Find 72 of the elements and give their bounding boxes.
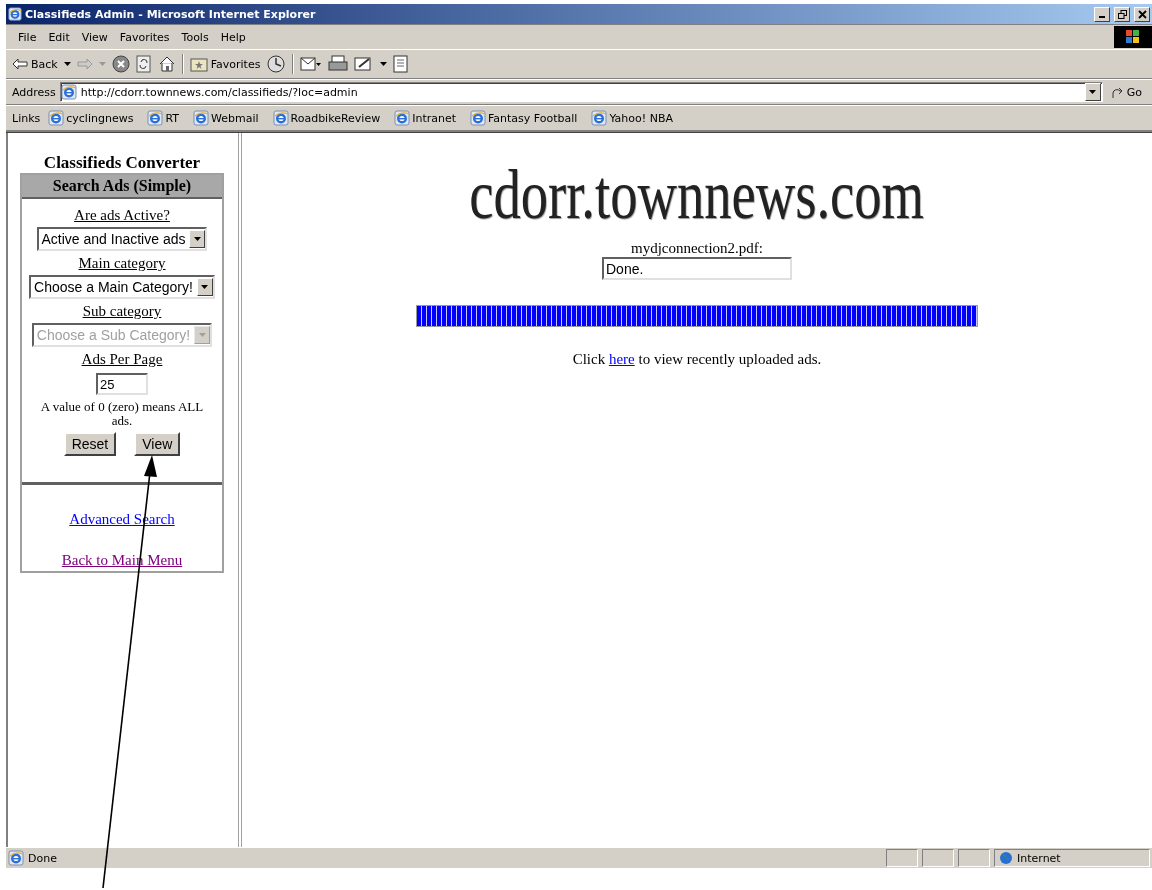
link[interactable]: here [608, 351, 635, 367]
field-label: Are ads Active? [74, 206, 170, 225]
hint-text: A value of 0 (zero) means ALL ads. [39, 400, 205, 428]
page-icon [272, 110, 289, 126]
field-label: Main category [78, 254, 166, 273]
dropdown[interactable]: Active and Inactive ads [36, 227, 208, 251]
dropdown-arrow-icon [194, 237, 201, 241]
go-arrow-icon [1110, 85, 1125, 99]
windows-logo-icon [1114, 26, 1152, 48]
page-icon [8, 850, 24, 866]
menu-item[interactable]: Help [214, 28, 252, 46]
address-label: Address [12, 85, 56, 99]
menu-item[interactable]: File [12, 28, 43, 46]
menu-item[interactable]: Edit [42, 28, 76, 46]
message-text: Click here to view recently uploaded ads. [572, 351, 822, 368]
page-icon [60, 84, 77, 100]
view-button[interactable]: View [134, 432, 181, 456]
favorites-button[interactable]: Favorites [189, 56, 261, 72]
stop-icon[interactable] [111, 55, 130, 73]
input-field[interactable]: 25 [96, 373, 148, 395]
menu-item[interactable]: Favorites [113, 28, 176, 46]
status-pane [958, 849, 990, 867]
browser-icon [8, 7, 22, 21]
reset-button[interactable]: Reset [63, 432, 117, 456]
dropdown-arrow-icon [198, 333, 206, 337]
minimize-button[interactable] [1094, 6, 1110, 22]
back-arrow-icon [12, 58, 28, 70]
sidebar-title: Classifieds Converter [42, 153, 202, 173]
page-icon [394, 110, 411, 126]
menu-item[interactable]: View [75, 28, 114, 46]
address-field[interactable]: http://cdorr.townnews.com/classifieds/?loc=admin [59, 82, 1103, 102]
dropdown-arrow-icon [201, 285, 209, 289]
link-button[interactable]: Intranet [394, 110, 457, 126]
page-icon [147, 110, 164, 126]
dropdown-arrow-icon[interactable] [380, 62, 388, 66]
link-button[interactable]: Fantasy Football [470, 110, 578, 126]
dropdown-arrow-icon[interactable] [63, 62, 71, 66]
menu-item[interactable]: Tools [175, 28, 215, 46]
page-icon [591, 110, 608, 126]
link-button[interactable]: RT [147, 110, 179, 126]
history-icon[interactable] [266, 54, 287, 74]
link-button[interactable]: Webmail [192, 110, 259, 126]
site-title: cdorr.townnews.com [469, 157, 925, 233]
status-field: Done. [602, 257, 792, 280]
home-icon[interactable] [157, 55, 176, 73]
link-button[interactable]: RoadbikeReview [272, 110, 381, 126]
links-label: Links [12, 111, 41, 125]
back-button[interactable]: Back [12, 57, 58, 71]
panel-header: Search Ads (Simple) [22, 175, 222, 199]
refresh-icon[interactable] [135, 55, 152, 73]
dropdown[interactable]: Choose a Main Category! [29, 275, 215, 299]
page-icon [192, 110, 209, 126]
print-icon[interactable] [328, 55, 349, 73]
status-text: Done [28, 851, 58, 865]
field-label: Sub category [82, 302, 162, 321]
field-label: Ads Per Page [81, 350, 163, 369]
zone-text: Internet [1017, 851, 1061, 865]
go-button[interactable]: Go [1106, 85, 1146, 99]
document-icon[interactable] [393, 55, 410, 73]
mail-icon[interactable] [300, 55, 323, 73]
star-folder-icon [189, 56, 208, 72]
globe-icon [999, 851, 1013, 865]
restore-button[interactable] [1114, 6, 1130, 22]
page-icon [470, 110, 487, 126]
link-button[interactable]: Yahoo! NBA [591, 110, 673, 126]
status-pane [922, 849, 954, 867]
file-name: mydjconnection2.pdf: [630, 240, 764, 257]
page-icon [48, 110, 65, 126]
window-title: Classifieds Admin - Microsoft Internet Explorer [25, 7, 317, 21]
status-pane [886, 849, 918, 867]
link-button[interactable]: cyclingnews [48, 110, 134, 126]
close-button[interactable] [1134, 6, 1150, 22]
